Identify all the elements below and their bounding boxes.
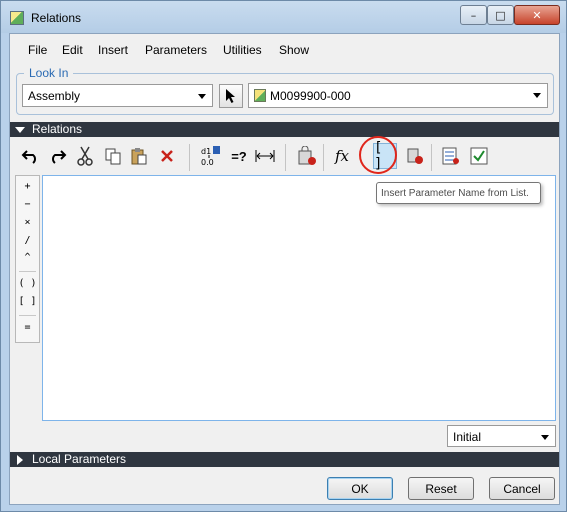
relations-window: Relations – □ ✕ File Edit Insert Paramet… xyxy=(0,0,567,512)
lock-icon xyxy=(298,146,316,165)
chevron-down-icon xyxy=(198,94,206,99)
insert-function-button[interactable]: fx xyxy=(330,143,354,169)
menu-insert[interactable]: Insert xyxy=(98,43,128,57)
local-parameters-label: Local Parameters xyxy=(32,452,127,466)
close-button[interactable]: ✕ xyxy=(514,5,560,25)
palette-separator xyxy=(19,315,36,316)
look-in-label: Look In xyxy=(24,66,74,80)
local-parameters-section-header[interactable]: Local Parameters xyxy=(10,452,559,467)
model-icon xyxy=(254,89,266,102)
ok-button[interactable]: OK xyxy=(327,477,393,500)
copy-button[interactable] xyxy=(101,143,125,169)
relation-order-select[interactable]: Initial xyxy=(447,425,556,447)
chevron-down-icon xyxy=(533,93,541,98)
toolbar-separator xyxy=(285,144,286,171)
relations-section-label: Relations xyxy=(32,122,83,136)
pointer-arrow-icon xyxy=(226,89,235,103)
chevron-down-icon xyxy=(541,435,549,440)
operator-power-button[interactable]: ^ xyxy=(16,252,39,263)
paste-lock-icon xyxy=(407,148,423,164)
menu-file[interactable]: File xyxy=(28,43,47,57)
app-icon xyxy=(10,11,24,25)
menu-parameters[interactable]: Parameters xyxy=(145,43,207,57)
look-in-type-select[interactable]: Assembly xyxy=(22,84,213,107)
dialog-body: File Edit Insert Parameters Utilities Sh… xyxy=(9,33,560,505)
highlight-annotation-circle xyxy=(359,136,397,174)
maximize-button[interactable]: □ xyxy=(487,5,514,25)
undo-icon xyxy=(21,150,36,164)
minimize-button[interactable]: – xyxy=(460,5,487,25)
delete-icon xyxy=(161,150,173,162)
svg-text:0.0: 0.0 xyxy=(201,158,214,167)
toolbar-separator xyxy=(323,144,324,171)
relations-editor[interactable] xyxy=(42,175,556,421)
svg-text:d1: d1 xyxy=(201,147,211,156)
tooltip: Insert Parameter Name from List. xyxy=(376,182,541,204)
model-select[interactable]: M0099900-000 xyxy=(248,83,548,108)
redo-button[interactable] xyxy=(45,143,69,169)
palette-separator xyxy=(19,271,36,272)
cut-icon xyxy=(77,146,93,166)
list-icon xyxy=(442,147,459,165)
toolbar-separator xyxy=(189,144,190,171)
relation-order-value: Initial xyxy=(453,430,482,444)
delete-button[interactable] xyxy=(155,143,179,169)
dimension-button[interactable] xyxy=(253,143,277,169)
operator-multiply-button[interactable]: × xyxy=(16,217,39,228)
copy-icon xyxy=(105,148,121,165)
cancel-button[interactable]: Cancel xyxy=(489,477,555,500)
checkbox-check-icon xyxy=(470,147,488,165)
cut-button[interactable] xyxy=(73,143,97,169)
paste-icon xyxy=(131,148,147,165)
sort-relations-button[interactable] xyxy=(439,143,463,169)
operator-minus-button[interactable]: − xyxy=(16,199,39,210)
title-bar[interactable]: Relations – □ ✕ xyxy=(1,1,566,33)
insert-from-list-button[interactable] xyxy=(403,143,427,169)
undo-button[interactable] xyxy=(19,143,43,169)
look-in-type-value: Assembly xyxy=(28,89,81,103)
reset-button[interactable]: Reset xyxy=(408,477,474,500)
paste-button[interactable] xyxy=(127,143,151,169)
show-values-button[interactable]: d1 0.0 xyxy=(199,143,223,169)
operator-equals-button[interactable]: = xyxy=(16,322,39,333)
select-model-button[interactable] xyxy=(219,84,243,108)
menu-utilities[interactable]: Utilities xyxy=(223,43,262,57)
menu-edit[interactable]: Edit xyxy=(62,43,83,57)
collapse-triangle-icon xyxy=(15,127,25,133)
relations-section-header[interactable]: Relations xyxy=(10,122,559,137)
operator-palette: + − × / ^ ( ) [ ] = xyxy=(15,175,40,343)
dimension-icon xyxy=(255,150,275,162)
menu-bar: File Edit Insert Parameters Utilities Sh… xyxy=(10,34,559,66)
operator-plus-button[interactable]: + xyxy=(16,181,39,192)
evaluate-button[interactable]: =? xyxy=(227,143,251,169)
verify-relations-button[interactable] xyxy=(467,143,491,169)
redo-icon xyxy=(52,150,67,164)
verify-button[interactable] xyxy=(295,143,319,169)
operator-parentheses-button[interactable]: ( ) xyxy=(16,278,39,289)
relations-toolbar: d1 0.0 =? fx [ ] xyxy=(13,140,553,173)
operator-brackets-button[interactable]: [ ] xyxy=(16,296,39,307)
operator-divide-button[interactable]: / xyxy=(16,235,39,246)
show-values-icon: d10.0 xyxy=(201,146,220,167)
menu-show[interactable]: Show xyxy=(279,43,309,57)
model-value: M0099900-000 xyxy=(270,89,351,103)
toolbar-separator xyxy=(431,144,432,171)
expand-triangle-icon xyxy=(17,455,23,465)
window-title: Relations xyxy=(31,11,82,25)
